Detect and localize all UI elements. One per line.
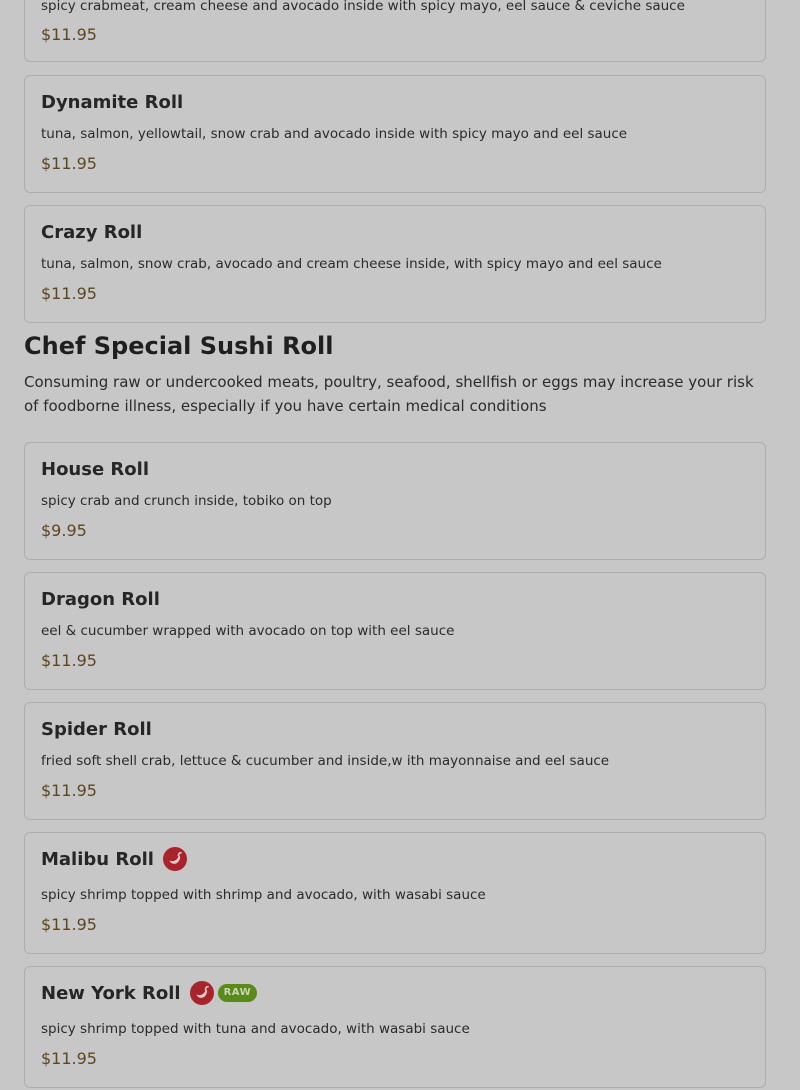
section-disclaimer: Consuming raw or undercooked meats, poul… — [24, 373, 754, 415]
item-description: spicy shrimp topped with tuna and avocad… — [41, 1021, 470, 1037]
menu-item-card[interactable]: Malibu Roll spicy shrimp topped with shr… — [24, 832, 766, 954]
item-price: $11.95 — [41, 1049, 97, 1068]
spicy-icon — [189, 981, 214, 1005]
item-description: fried soft shell crab, lettuce & cucumbe… — [41, 753, 610, 769]
item-name: Dynamite Roll — [41, 92, 184, 113]
item-description: spicy shrimp topped with shrimp and avoc… — [41, 887, 486, 903]
item-name: Malibu Roll — [41, 848, 154, 870]
item-price: $11.95 — [41, 651, 97, 670]
item-name: Spider Roll — [41, 719, 152, 740]
item-name-row: New York Roll RAW — [41, 981, 258, 1005]
item-name: House Roll — [41, 459, 149, 480]
menu-item-card[interactable]: New York Roll RAW spicy shrimp topped wi… — [24, 966, 766, 1088]
item-price: $11.95 — [41, 915, 97, 934]
item-name: New York Roll — [41, 982, 181, 1004]
item-price: $11.95 — [41, 284, 97, 303]
item-name-row: Malibu Roll — [41, 847, 187, 871]
item-description: spicy crabmeat, cream cheese and avocado… — [41, 0, 685, 14]
item-description: tuna, salmon, snow crab, avocado and cre… — [41, 256, 662, 272]
item-price: $11.95 — [41, 154, 97, 173]
item-price: $11.95 — [41, 781, 97, 800]
menu-item-card[interactable]: Dragon Roll eel & cucumber wrapped with … — [24, 572, 766, 690]
item-description: tuna, salmon, yellowtail, snow crab and … — [41, 126, 628, 142]
section-title: Chef Special Sushi Roll — [24, 332, 334, 360]
item-name: Dragon Roll — [41, 589, 160, 610]
menu-item-card[interactable]: Dynamite Roll tuna, salmon, yellowtail, … — [24, 75, 766, 193]
menu-item-card[interactable]: Spider Roll fried soft shell crab, lettu… — [24, 702, 766, 820]
item-price: $11.95 — [41, 25, 97, 44]
item-name: Crazy Roll — [41, 222, 143, 243]
menu-item-card[interactable]: Crazy Roll tuna, salmon, snow crab, avoc… — [24, 205, 766, 323]
item-description: spicy crab and crunch inside, tobiko on … — [41, 493, 332, 509]
spicy-icon — [162, 847, 187, 871]
item-description: eel & cucumber wrapped with avocado on t… — [41, 623, 455, 639]
item-price: $9.95 — [41, 521, 87, 540]
menu-item-card[interactable]: House Roll spicy crab and crunch inside,… — [24, 442, 766, 560]
raw-badge: RAW — [217, 984, 258, 1002]
menu-item-card[interactable]: spicy crabmeat, cream cheese and avocado… — [24, 0, 766, 62]
